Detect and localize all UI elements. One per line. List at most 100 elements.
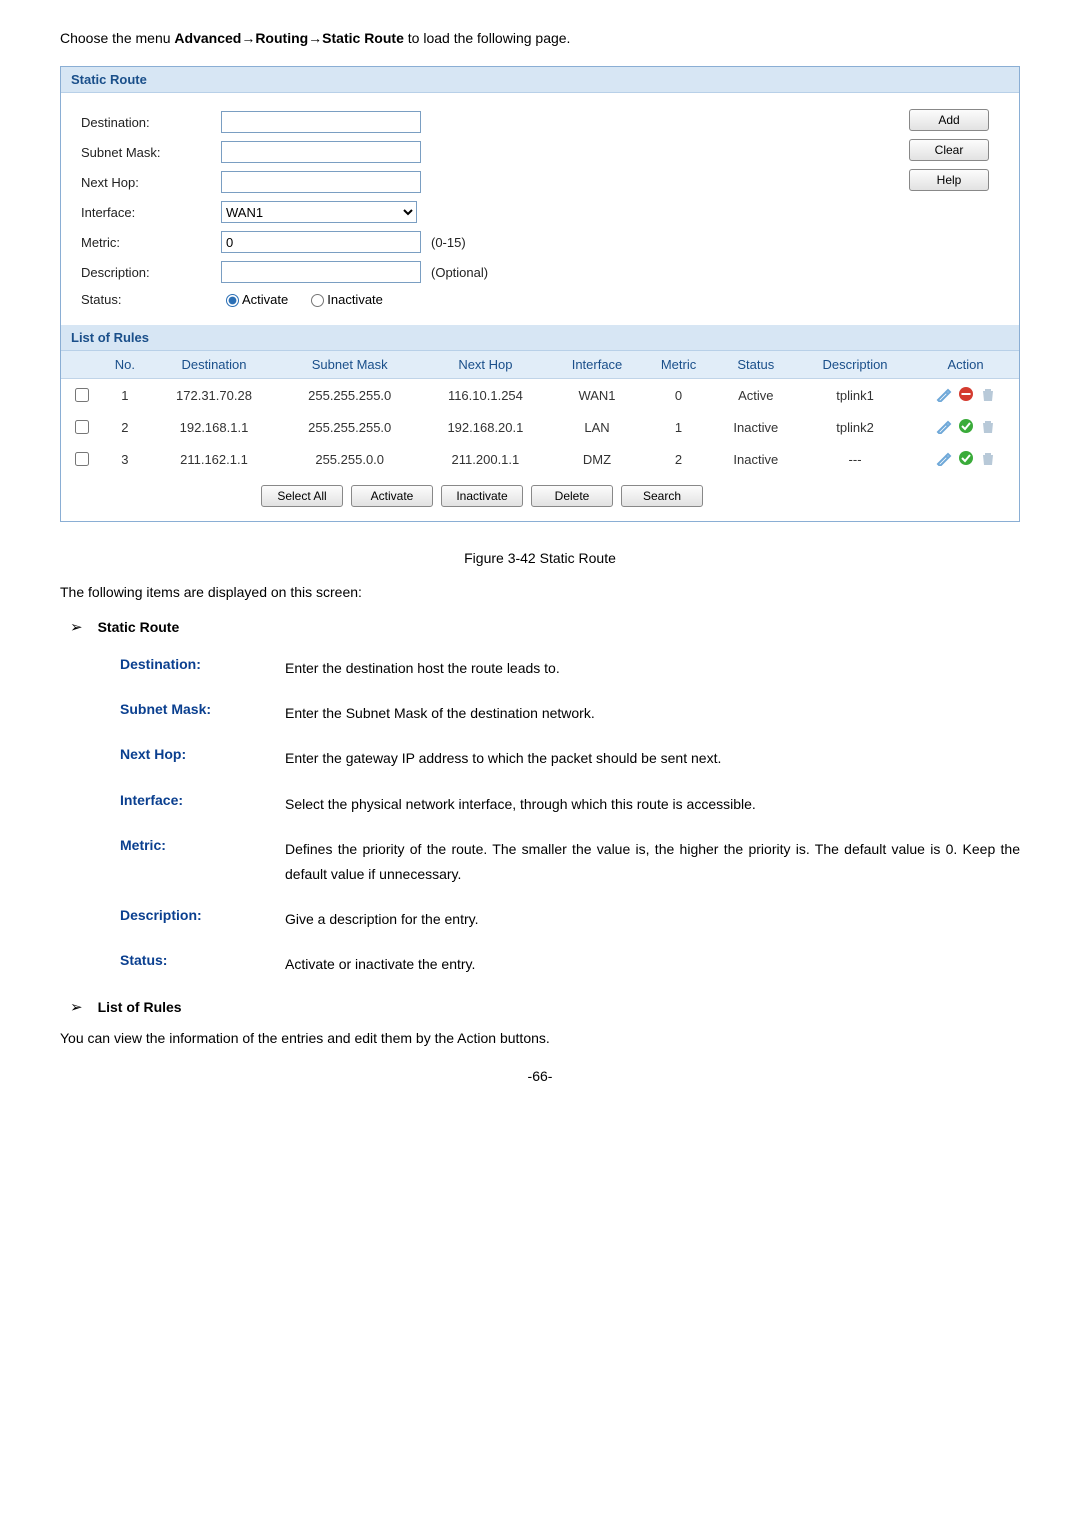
description-input[interactable] xyxy=(221,261,421,283)
definition-term: Status: xyxy=(120,952,285,968)
col-interface: Interface xyxy=(551,351,644,379)
cell-status: Inactive xyxy=(714,443,798,475)
section2-body: You can view the information of the entr… xyxy=(60,1030,1020,1046)
status-label: Status: xyxy=(81,292,221,307)
activate-button[interactable]: Activate xyxy=(351,485,433,507)
definition-row: Status:Activate or inactivate the entry. xyxy=(120,952,1020,977)
cell-no: 1 xyxy=(101,379,149,412)
select-all-button[interactable]: Select All xyxy=(261,485,343,507)
arrow-icon: ➢ xyxy=(70,618,83,636)
col-destination: Destination xyxy=(149,351,279,379)
section-row: ➢ List of Rules xyxy=(70,998,1020,1016)
delete-button[interactable]: Delete xyxy=(531,485,613,507)
col-no: No. xyxy=(101,351,149,379)
definition-desc: Enter the gateway IP address to which th… xyxy=(285,746,1020,771)
subnet-input[interactable] xyxy=(221,141,421,163)
definition-row: Subnet Mask:Enter the Subnet Mask of the… xyxy=(120,701,1020,726)
rules-table: No. Destination Subnet Mask Next Hop Int… xyxy=(61,351,1019,475)
enable-icon[interactable] xyxy=(958,450,974,466)
disable-icon[interactable] xyxy=(958,386,974,402)
destination-input[interactable] xyxy=(221,111,421,133)
nexthop-input[interactable] xyxy=(221,171,421,193)
status-activate-label: Activate xyxy=(242,292,288,307)
cell-destination: 172.31.70.28 xyxy=(149,379,279,412)
definition-term: Destination: xyxy=(120,656,285,672)
definition-desc: Select the physical network interface, t… xyxy=(285,792,1020,817)
col-subnet: Subnet Mask xyxy=(279,351,420,379)
delete-icon[interactable] xyxy=(980,418,996,434)
metric-label: Metric: xyxy=(81,235,221,250)
cell-interface: LAN xyxy=(551,411,644,443)
status-inactivate-radio[interactable] xyxy=(311,294,324,307)
cell-subnet: 255.255.255.0 xyxy=(279,379,420,412)
add-button[interactable]: Add xyxy=(909,109,989,131)
definition-desc: Activate or inactivate the entry. xyxy=(285,952,1020,977)
edit-icon[interactable] xyxy=(936,450,952,466)
list-rules-title: List of Rules xyxy=(61,325,1019,351)
definition-row: Metric:Defines the priority of the route… xyxy=(120,837,1020,887)
col-metric: Metric xyxy=(643,351,713,379)
col-description: Description xyxy=(798,351,912,379)
definition-term: Metric: xyxy=(120,837,285,853)
section-row: ➢ Static Route xyxy=(70,618,1020,636)
cell-metric: 0 xyxy=(643,379,713,412)
definition-desc: Give a description for the entry. xyxy=(285,907,1020,932)
enable-icon[interactable] xyxy=(958,418,974,434)
section1-title: Static Route xyxy=(98,619,180,635)
subnet-label: Subnet Mask: xyxy=(81,145,221,160)
definition-term: Interface: xyxy=(120,792,285,808)
definition-desc: Defines the priority of the route. The s… xyxy=(285,837,1020,887)
definition-term: Description: xyxy=(120,907,285,923)
cell-subnet: 255.255.0.0 xyxy=(279,443,420,475)
cell-action xyxy=(912,443,1019,475)
interface-select[interactable]: WAN1 xyxy=(221,201,417,223)
cell-description: tplink2 xyxy=(798,411,912,443)
search-button[interactable]: Search xyxy=(621,485,703,507)
status-activate-radio[interactable] xyxy=(226,294,239,307)
cell-action xyxy=(912,411,1019,443)
cell-nexthop: 211.200.1.1 xyxy=(420,443,550,475)
cell-no: 3 xyxy=(101,443,149,475)
table-row: 2192.168.1.1255.255.255.0192.168.20.1LAN… xyxy=(61,411,1019,443)
cell-nexthop: 116.10.1.254 xyxy=(420,379,550,412)
page-number: -66- xyxy=(60,1068,1020,1084)
cell-action xyxy=(912,379,1019,412)
destination-label: Destination: xyxy=(81,115,221,130)
col-status: Status xyxy=(714,351,798,379)
static-route-panel: Static Route Destination: Subnet Mask: N… xyxy=(60,66,1020,522)
cell-description: --- xyxy=(798,443,912,475)
col-nexthop: Next Hop xyxy=(420,351,550,379)
cell-nexthop: 192.168.20.1 xyxy=(420,411,550,443)
section2-title: List of Rules xyxy=(98,999,182,1015)
clear-button[interactable]: Clear xyxy=(909,139,989,161)
row-checkbox[interactable] xyxy=(75,452,89,466)
edit-icon[interactable] xyxy=(936,386,952,402)
inactivate-button[interactable]: Inactivate xyxy=(441,485,523,507)
cell-metric: 2 xyxy=(643,443,713,475)
help-button[interactable]: Help xyxy=(909,169,989,191)
col-action: Action xyxy=(912,351,1019,379)
definition-row: Next Hop:Enter the gateway IP address to… xyxy=(120,746,1020,771)
nexthop-label: Next Hop: xyxy=(81,175,221,190)
cell-destination: 192.168.1.1 xyxy=(149,411,279,443)
delete-icon[interactable] xyxy=(980,386,996,402)
row-checkbox[interactable] xyxy=(75,388,89,402)
edit-icon[interactable] xyxy=(936,418,952,434)
definition-row: Description:Give a description for the e… xyxy=(120,907,1020,932)
definition-row: Destination:Enter the destination host t… xyxy=(120,656,1020,681)
cell-status: Active xyxy=(714,379,798,412)
row-checkbox[interactable] xyxy=(75,420,89,434)
cell-description: tplink1 xyxy=(798,379,912,412)
status-inactivate-label: Inactivate xyxy=(327,292,383,307)
definition-term: Next Hop: xyxy=(120,746,285,762)
cell-metric: 1 xyxy=(643,411,713,443)
interface-label: Interface: xyxy=(81,205,221,220)
delete-icon[interactable] xyxy=(980,450,996,466)
metric-input[interactable] xyxy=(221,231,421,253)
figure-caption: Figure 3-42 Static Route xyxy=(60,550,1020,566)
after-caption: The following items are displayed on thi… xyxy=(60,584,1020,600)
description-label: Description: xyxy=(81,265,221,280)
definition-desc: Enter the Subnet Mask of the destination… xyxy=(285,701,1020,726)
description-hint: (Optional) xyxy=(431,265,488,280)
intro-text: Choose the menu Advanced→Routing→Static … xyxy=(60,30,1020,46)
